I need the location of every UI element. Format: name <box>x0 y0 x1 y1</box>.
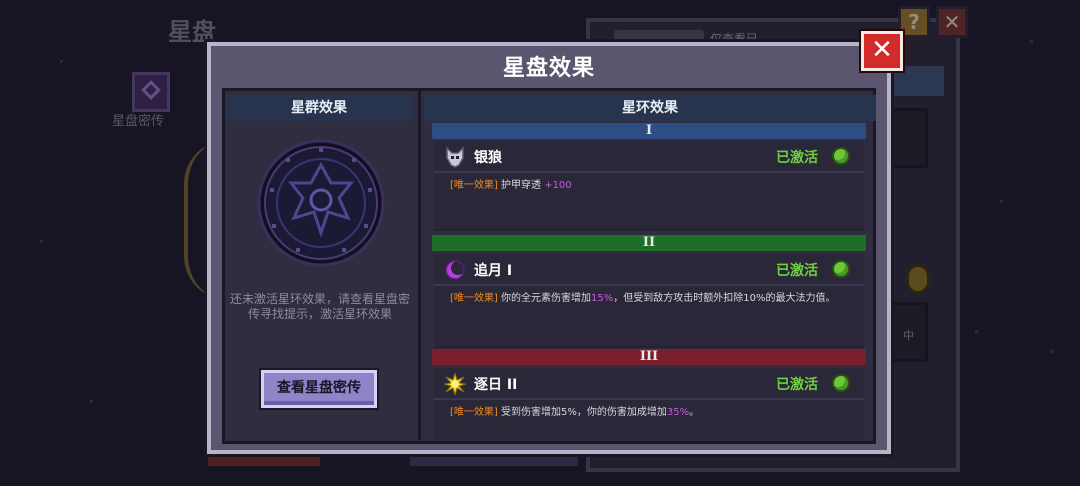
effect-name: 银狼 <box>474 150 502 166</box>
constellation-effect-header: 星群效果 <box>225 95 413 121</box>
effect-status: 已激活 <box>776 150 818 166</box>
unique-effect-tag: [唯一效果] <box>450 407 498 418</box>
tier-2-bar: II <box>432 235 866 251</box>
effect-status: 已激活 <box>776 263 818 279</box>
star-ring-effect-list[interactable]: I 银狼 已激活 [唯一效果] 护甲穿透 +100 II 追月 I 已激活 [唯… <box>430 120 868 440</box>
effect-status: 已激活 <box>776 377 818 393</box>
column-divider <box>418 90 421 440</box>
effect-name: 追月 I <box>474 263 513 279</box>
moon-icon <box>445 260 465 280</box>
effect-header: 追月 I 已激活 <box>434 254 864 286</box>
close-button[interactable]: ✕ <box>861 31 903 71</box>
effect-value: 15% <box>591 293 614 304</box>
effect-value: 35% <box>666 407 690 418</box>
effect-card-chase-sun: 逐日 II 已激活 [唯一效果] 受到伤害增加5%，你的伤害加成增加35%。 <box>434 368 864 440</box>
effect-text: 你的全元素伤害增加 <box>501 293 591 304</box>
effect-card-silver-wolf: 银狼 已激活 [唯一效果] 护甲穿透 +100 <box>434 141 864 231</box>
active-indicator-icon <box>832 147 850 165</box>
sun-icon <box>444 373 466 395</box>
active-indicator-icon <box>832 260 850 278</box>
wolf-icon <box>446 146 464 168</box>
unique-effect-tag: [唯一效果] <box>450 180 498 191</box>
effect-text: 护甲穿透 <box>501 180 541 191</box>
effect-description: [唯一效果] 你的全元素伤害增加15%，但受到敌方攻击时额外扣除10%的最大法力… <box>450 292 850 306</box>
tier-1-bar: I <box>432 123 866 139</box>
effect-value: +100 <box>544 180 572 191</box>
view-star-tome-button[interactable]: 查看星盘密传 <box>261 370 377 408</box>
star-disc-icon <box>257 139 385 267</box>
effect-header: 逐日 II 已激活 <box>434 368 864 400</box>
effect-name: 逐日 II <box>474 377 518 393</box>
effect-description: [唯一效果] 护甲穿透 +100 <box>450 179 850 193</box>
effect-text: 。 <box>689 407 700 418</box>
effect-card-chase-moon: 追月 I 已激活 [唯一效果] 你的全元素伤害增加15%，但受到敌方攻击时额外扣… <box>434 254 864 348</box>
effect-text: ，但受到敌方攻击时额外扣除10%的最大法力值。 <box>613 293 836 304</box>
constellation-hint-text: 还未激活星环效果，请查看星盘密传寻找提示，激活星环效果 <box>229 292 410 321</box>
dialog-title: 星盘效果 <box>502 56 595 81</box>
unique-effect-tag: [唯一效果] <box>450 293 498 304</box>
effect-text: 受到伤害增加5%，你的伤害加成增加 <box>501 407 667 418</box>
effect-description: [唯一效果] 受到伤害增加5%，你的伤害加成增加35%。 <box>450 406 850 420</box>
tier-3-bar: III <box>432 349 866 365</box>
star-ring-effect-header: 星环效果 <box>424 95 876 121</box>
effect-header: 银狼 已激活 <box>434 141 864 173</box>
active-indicator-icon <box>832 374 850 392</box>
